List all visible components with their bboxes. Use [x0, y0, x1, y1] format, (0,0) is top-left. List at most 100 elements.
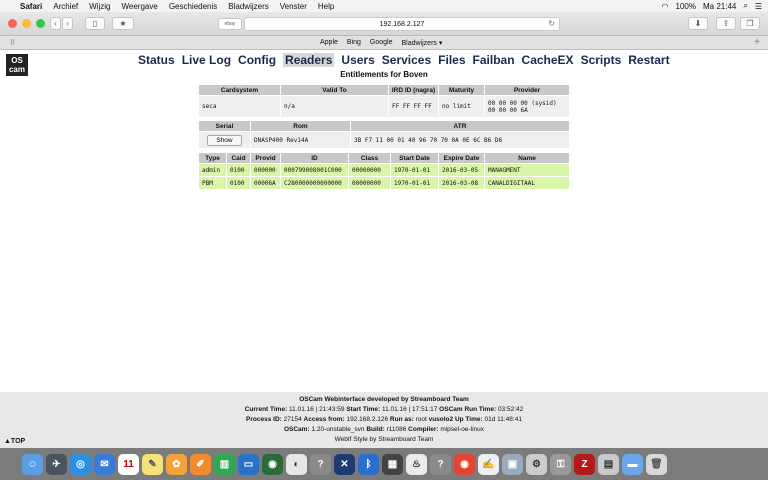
- filezilla-icon[interactable]: Z: [574, 453, 595, 475]
- nav-live-log[interactable]: Live Log: [182, 53, 231, 67]
- safari-icon[interactable]: ◎: [70, 453, 91, 475]
- cell-start-date: 1970-01-01: [390, 163, 439, 177]
- trash-icon[interactable]: 🗑: [646, 453, 667, 475]
- run-as: root: [415, 416, 427, 423]
- bookmarks-icon[interactable]: ★: [112, 17, 134, 30]
- nav-restart[interactable]: Restart: [628, 53, 669, 67]
- new-tab-icon[interactable]: +: [754, 37, 760, 48]
- card-info-table: Cardsystem Valid To IRD ID (nagra) Matur…: [198, 84, 570, 118]
- search-icon[interactable]: ⌕: [743, 1, 747, 11]
- nav-status[interactable]: Status: [138, 53, 175, 67]
- menu-safari[interactable]: Safari: [20, 2, 42, 11]
- bluetooth-icon[interactable]: ᛒ: [358, 453, 379, 475]
- menu-help[interactable]: Help: [318, 2, 334, 11]
- cell-type: PBM: [198, 176, 227, 190]
- share-icon[interactable]: ⇪: [716, 17, 736, 30]
- search-engine-tab[interactable]: ebay: [218, 18, 242, 30]
- show-serial-button[interactable]: Show: [207, 134, 242, 146]
- help-icon[interactable]: ?: [310, 453, 331, 475]
- footer-build: OSCam: 1.20-unstable_svn Build: r11086 C…: [0, 425, 768, 435]
- mail-icon[interactable]: ✉: [94, 453, 115, 475]
- back-button[interactable]: ‹: [50, 17, 61, 30]
- wifi-icon[interactable]: ◠: [662, 2, 669, 11]
- pid-label: Process ID:: [246, 416, 282, 423]
- chrome-icon[interactable]: ◉: [454, 453, 475, 475]
- fav-bladwijzers[interactable]: Bladwijzers ▾: [402, 39, 443, 47]
- fav-apple[interactable]: Apple: [320, 39, 338, 47]
- run-as-label: Run as:: [389, 416, 414, 423]
- keynote-icon[interactable]: ▭: [238, 453, 259, 475]
- textedit-icon[interactable]: ✍: [478, 453, 499, 475]
- nav-failban[interactable]: Failban: [473, 53, 515, 67]
- to-top-link[interactable]: ▲TOP: [4, 437, 25, 447]
- kodi-icon[interactable]: ♨: [406, 453, 427, 475]
- minimize-icon[interactable]: [22, 19, 31, 28]
- uptime: 01d 11:48:41: [484, 416, 522, 423]
- menu-geschiedenis[interactable]: Geschiedenis: [169, 2, 217, 11]
- menu-archief[interactable]: Archief: [53, 2, 78, 11]
- nav-scripts[interactable]: Scripts: [581, 53, 622, 67]
- cell-class: 00000000: [348, 176, 391, 190]
- keychain-icon[interactable]: ⚿: [550, 453, 571, 475]
- screenshot-icon[interactable]: ▤: [598, 453, 619, 475]
- card-atr-table: Serial Rom ATR Show DNASP400 Rev14A 3B F…: [198, 120, 570, 149]
- nav-files[interactable]: Files: [438, 53, 465, 67]
- menu-bladwijzers[interactable]: Bladwijzers: [228, 2, 268, 11]
- photos-icon[interactable]: ✿: [166, 453, 187, 475]
- zoom-icon[interactable]: [36, 19, 45, 28]
- cell-ird-id: FF FF FF FF: [388, 95, 439, 118]
- menu-wijzig[interactable]: Wijzig: [89, 2, 110, 11]
- col-start-date: Start Date: [390, 152, 439, 164]
- current-time: 11.01.16 | 21:43:59: [289, 406, 345, 413]
- nav-services[interactable]: Services: [382, 53, 431, 67]
- tabs-icon[interactable]: ❐: [740, 17, 760, 30]
- sidebar-icon[interactable]: ▯: [85, 17, 105, 30]
- top-sites-icon[interactable]: ⠿: [10, 39, 15, 47]
- launchpad-icon[interactable]: ✈: [46, 453, 67, 475]
- list-icon[interactable]: ☰: [755, 2, 762, 11]
- table-row: PBM 0100 00006A C280000000000000 0000000…: [198, 176, 570, 190]
- numbers-icon[interactable]: ▥: [214, 453, 235, 475]
- address-bar[interactable]: 192.168.2.127 ↻: [244, 17, 560, 31]
- oscam-version-label: OSCam:: [283, 426, 310, 433]
- url-text: 192.168.2.127: [379, 20, 425, 28]
- footer-credit: OSCam Webinterface developed by Streambo…: [299, 396, 469, 403]
- app-icon[interactable]: ◐: [286, 453, 307, 475]
- pages-icon[interactable]: ✐: [190, 453, 211, 475]
- maps-icon[interactable]: ◉: [262, 453, 283, 475]
- oscam-version: 1.20-unstable_svn: [311, 426, 365, 433]
- col-ird-id: IRD ID (nagra): [388, 84, 439, 96]
- download-icon[interactable]: ⬇: [688, 17, 708, 30]
- nav-readers[interactable]: Readers: [283, 53, 335, 67]
- nav-users[interactable]: Users: [341, 53, 374, 67]
- cell-type: admin: [198, 163, 227, 177]
- calculator-icon[interactable]: ▦: [382, 453, 403, 475]
- nav-config[interactable]: Config: [238, 53, 276, 67]
- footer-process: Process ID: 27154 Access from: 192.168.2…: [0, 415, 768, 425]
- cell-expire-date: 2016-03-08: [438, 176, 485, 190]
- menu-weergave[interactable]: Weergave: [121, 2, 157, 11]
- dock: ☺ ✈ ◎ ✉ 11 ✎ ✿ ✐ ▥ ▭ ◉ ◐ ? ✕ ᛒ ▦ ♨ ? ◉ ✍…: [0, 448, 768, 480]
- calendar-icon[interactable]: 11: [118, 453, 139, 475]
- fav-bing[interactable]: Bing: [347, 39, 361, 47]
- battery-label[interactable]: 100%: [676, 2, 696, 11]
- notes-icon[interactable]: ✎: [142, 453, 163, 475]
- clock[interactable]: Ma 21:44: [703, 2, 736, 11]
- close-icon[interactable]: [8, 19, 17, 28]
- cell-name: MANAGMENT: [484, 163, 570, 177]
- folder-icon[interactable]: ▬: [622, 453, 643, 475]
- col-serial: Serial: [198, 120, 251, 132]
- reload-icon[interactable]: ↻: [548, 19, 555, 28]
- cell-provider: 00 00 00 00 (sysid) 00 00 00 6A: [484, 95, 570, 118]
- nav-cacheex[interactable]: CacheEX: [522, 53, 574, 67]
- help2-icon[interactable]: ?: [430, 453, 451, 475]
- preview-icon[interactable]: ▣: [502, 453, 523, 475]
- scripts-icon[interactable]: ⚙: [526, 453, 547, 475]
- col-type: Type: [198, 152, 227, 164]
- menu-venster[interactable]: Venster: [280, 2, 307, 11]
- forward-button[interactable]: ›: [62, 17, 73, 30]
- fav-google[interactable]: Google: [370, 39, 393, 47]
- finder-icon[interactable]: ☺: [22, 453, 43, 475]
- xbmc-icon[interactable]: ✕: [334, 453, 355, 475]
- cell-start-date: 1970-01-01: [390, 176, 439, 190]
